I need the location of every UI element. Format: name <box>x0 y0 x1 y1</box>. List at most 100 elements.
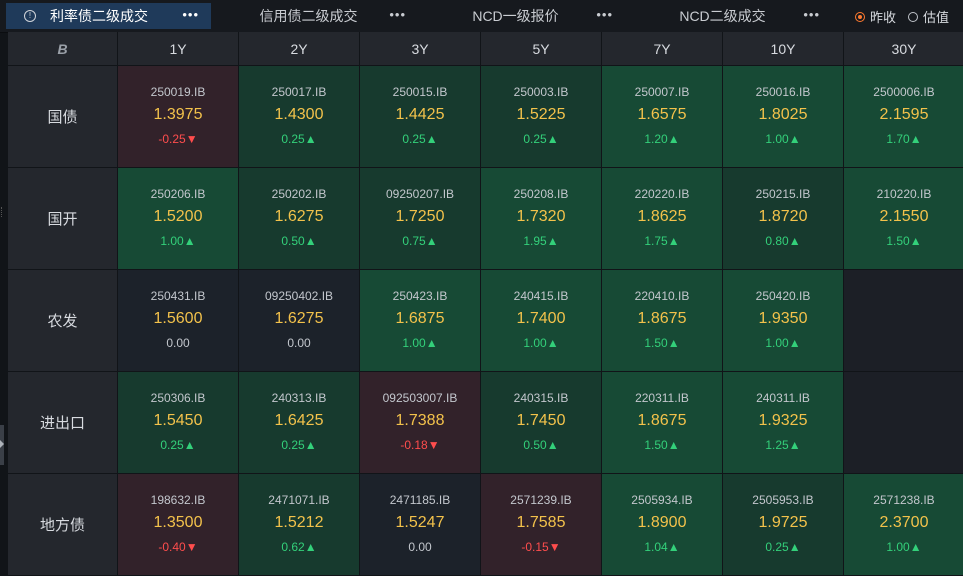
yield-value: 2.1550 <box>879 208 929 225</box>
quote-cell-treasury-30y[interactable]: 2500006.IB 2.1595 1.70▲ <box>844 66 963 168</box>
yield-value: 1.6425 <box>274 412 324 429</box>
tab-label: 利率债二级成交 <box>50 8 148 24</box>
quote-cell-local-gov-1y[interactable]: 198632.IB 1.3500 -0.40▼ <box>118 474 239 576</box>
quote-cell-local-gov-3y[interactable]: 2471185.IB 1.5247 0.00 <box>360 474 481 576</box>
yield-value: 1.7450 <box>516 412 566 429</box>
yield-value: 1.7400 <box>516 310 566 327</box>
more-icon[interactable]: ••• <box>182 7 199 22</box>
change-bp: 0.50▲ <box>281 234 317 248</box>
bond-code: 250431.IB <box>150 289 206 303</box>
change-bp: 1.70▲ <box>886 132 922 146</box>
quote-cell-adbc-7y[interactable]: 220410.IB 1.8675 1.50▲ <box>602 270 723 372</box>
yield-value: 1.9350 <box>758 310 808 327</box>
bond-code: 250215.IB <box>755 187 811 201</box>
column-header-30y[interactable]: 30Y <box>844 32 963 66</box>
quote-cell-treasury-2y[interactable]: 250017.IB 1.4300 0.25▲ <box>239 66 360 168</box>
yield-value: 1.6275 <box>274 310 324 327</box>
quote-cell-cdb-1y[interactable]: 250206.IB 1.5200 1.00▲ <box>118 168 239 270</box>
quote-cell-cdb-5y[interactable]: 250208.IB 1.7320 1.95▲ <box>481 168 602 270</box>
change-bp: 0.25▲ <box>281 132 317 146</box>
quote-cell-local-gov-10y[interactable]: 2505953.IB 1.9725 0.25▲ <box>723 474 844 576</box>
yield-value: 1.5225 <box>516 106 566 123</box>
yield-grid: B 1Y 2Y 3Y 5Y 7Y 10Y 30Y 国债 250019.IB 1.3975 -0.25▼… <box>8 32 963 576</box>
change-bp: 0.75▲ <box>402 234 438 248</box>
change-bp: 1.50▲ <box>644 336 680 350</box>
quote-cell-treasury-7y[interactable]: 250007.IB 1.6575 1.20▲ <box>602 66 723 168</box>
resize-grip-icon[interactable] <box>1 207 4 217</box>
quote-cell-exim-10y[interactable]: 240311.IB 1.9325 1.25▲ <box>723 372 844 474</box>
expand-arrow-icon[interactable] <box>0 440 4 448</box>
quote-cell-local-gov-7y[interactable]: 2505934.IB 1.8900 1.04▲ <box>602 474 723 576</box>
quote-cell-exim-2y[interactable]: 240313.IB 1.6425 0.25▲ <box>239 372 360 474</box>
bond-code: 240315.IB <box>513 391 569 405</box>
more-icon[interactable]: ••• <box>596 7 613 22</box>
yield-value: 1.7250 <box>395 208 445 225</box>
quote-cell-exim-7y[interactable]: 220311.IB 1.8675 1.50▲ <box>602 372 723 474</box>
change-bp: -0.18▼ <box>400 438 440 452</box>
bond-code: 220311.IB <box>635 391 689 405</box>
bond-code: 240313.IB <box>271 391 327 405</box>
quote-cell-treasury-5y[interactable]: 250003.IB 1.5225 0.25▲ <box>481 66 602 168</box>
quote-cell-adbc-1y[interactable]: 250431.IB 1.5600 0.00 <box>118 270 239 372</box>
empty-cell <box>844 372 963 474</box>
change-bp: 1.95▲ <box>523 234 559 248</box>
bond-code: 2500006.IB <box>873 85 935 99</box>
yield-value: 1.9325 <box>758 412 808 429</box>
change-bp: 1.50▲ <box>644 438 680 452</box>
quote-cell-adbc-3y[interactable]: 250423.IB 1.6875 1.00▲ <box>360 270 481 372</box>
yield-value: 1.5212 <box>274 514 324 531</box>
quote-cell-cdb-3y[interactable]: 09250207.IB 1.7250 0.75▲ <box>360 168 481 270</box>
bond-code: 250019.IB <box>150 85 206 99</box>
quote-cell-treasury-1y[interactable]: 250019.IB 1.3975 -0.25▼ <box>118 66 239 168</box>
quote-cell-local-gov-30y[interactable]: 2571238.IB 2.3700 1.00▲ <box>844 474 963 576</box>
tab-label: NCD二级成交 <box>679 8 766 24</box>
column-header-1y[interactable]: 1Y <box>118 32 239 66</box>
column-header-7y[interactable]: 7Y <box>602 32 723 66</box>
quote-cell-cdb-7y[interactable]: 220220.IB 1.8625 1.75▲ <box>602 168 723 270</box>
row-label-exim: 进出口 <box>8 372 118 474</box>
brand-logo-icon: B <box>57 40 68 57</box>
tab-ncd-secondary[interactable]: NCD二级成交 ••• <box>627 3 832 29</box>
quote-cell-adbc-10y[interactable]: 250420.IB 1.9350 1.00▲ <box>723 270 844 372</box>
price-basis-radio-group: 昨收 估值 <box>843 7 949 26</box>
more-icon[interactable]: ••• <box>389 7 406 22</box>
quote-cell-exim-3y[interactable]: 092503007.IB 1.7388 -0.18▼ <box>360 372 481 474</box>
radio-prev-close[interactable]: 昨收 <box>854 7 896 26</box>
column-header-3y[interactable]: 3Y <box>360 32 481 66</box>
tab-bar: ! 利率债二级成交 ••• 信用债二级成交 ••• NCD一级报价 ••• NC… <box>0 0 963 33</box>
quote-cell-adbc-2y[interactable]: 09250402.IB 1.6275 0.00 <box>239 270 360 372</box>
bond-code: 250420.IB <box>755 289 811 303</box>
change-bp: 1.25▲ <box>765 438 801 452</box>
bond-code: 250202.IB <box>271 187 327 201</box>
quote-cell-adbc-5y[interactable]: 240415.IB 1.7400 1.00▲ <box>481 270 602 372</box>
quote-cell-exim-1y[interactable]: 250306.IB 1.5450 0.25▲ <box>118 372 239 474</box>
quote-cell-cdb-10y[interactable]: 250215.IB 1.8720 0.80▲ <box>723 168 844 270</box>
more-icon[interactable]: ••• <box>803 7 820 22</box>
change-bp: -0.15▼ <box>521 540 561 554</box>
quote-cell-treasury-10y[interactable]: 250016.IB 1.8025 1.00▲ <box>723 66 844 168</box>
quote-cell-local-gov-2y[interactable]: 2471071.IB 1.5212 0.62▲ <box>239 474 360 576</box>
bond-code: 09250402.IB <box>264 289 334 303</box>
yield-value: 1.4300 <box>274 106 324 123</box>
quote-cell-cdb-30y[interactable]: 210220.IB 2.1550 1.50▲ <box>844 168 963 270</box>
yield-value: 1.4425 <box>395 106 445 123</box>
bond-code: 210220.IB <box>876 187 932 201</box>
radio-checked-icon <box>854 11 865 22</box>
tab-rate-bond-secondary[interactable]: ! 利率债二级成交 ••• <box>6 3 211 29</box>
column-header-2y[interactable]: 2Y <box>239 32 360 66</box>
yield-value: 1.8900 <box>637 514 687 531</box>
quote-cell-local-gov-5y[interactable]: 2571239.IB 1.7585 -0.15▼ <box>481 474 602 576</box>
column-header-5y[interactable]: 5Y <box>481 32 602 66</box>
radio-valuation[interactable]: 估值 <box>907 7 949 26</box>
tab-label: NCD一级报价 <box>472 8 559 24</box>
column-header-10y[interactable]: 10Y <box>723 32 844 66</box>
row-label-cdb: 国开 <box>8 168 118 270</box>
quote-cell-treasury-3y[interactable]: 250015.IB 1.4425 0.25▲ <box>360 66 481 168</box>
quote-cell-cdb-2y[interactable]: 250202.IB 1.6275 0.50▲ <box>239 168 360 270</box>
tab-ncd-primary-quote[interactable]: NCD一级报价 ••• <box>420 3 625 29</box>
change-bp: 0.00 <box>166 336 190 350</box>
tab-credit-bond-secondary[interactable]: 信用债二级成交 ••• <box>213 3 418 29</box>
bond-code: 198632.IB <box>150 493 206 507</box>
bond-code: 09250207.IB <box>385 187 455 201</box>
quote-cell-exim-5y[interactable]: 240315.IB 1.7450 0.50▲ <box>481 372 602 474</box>
